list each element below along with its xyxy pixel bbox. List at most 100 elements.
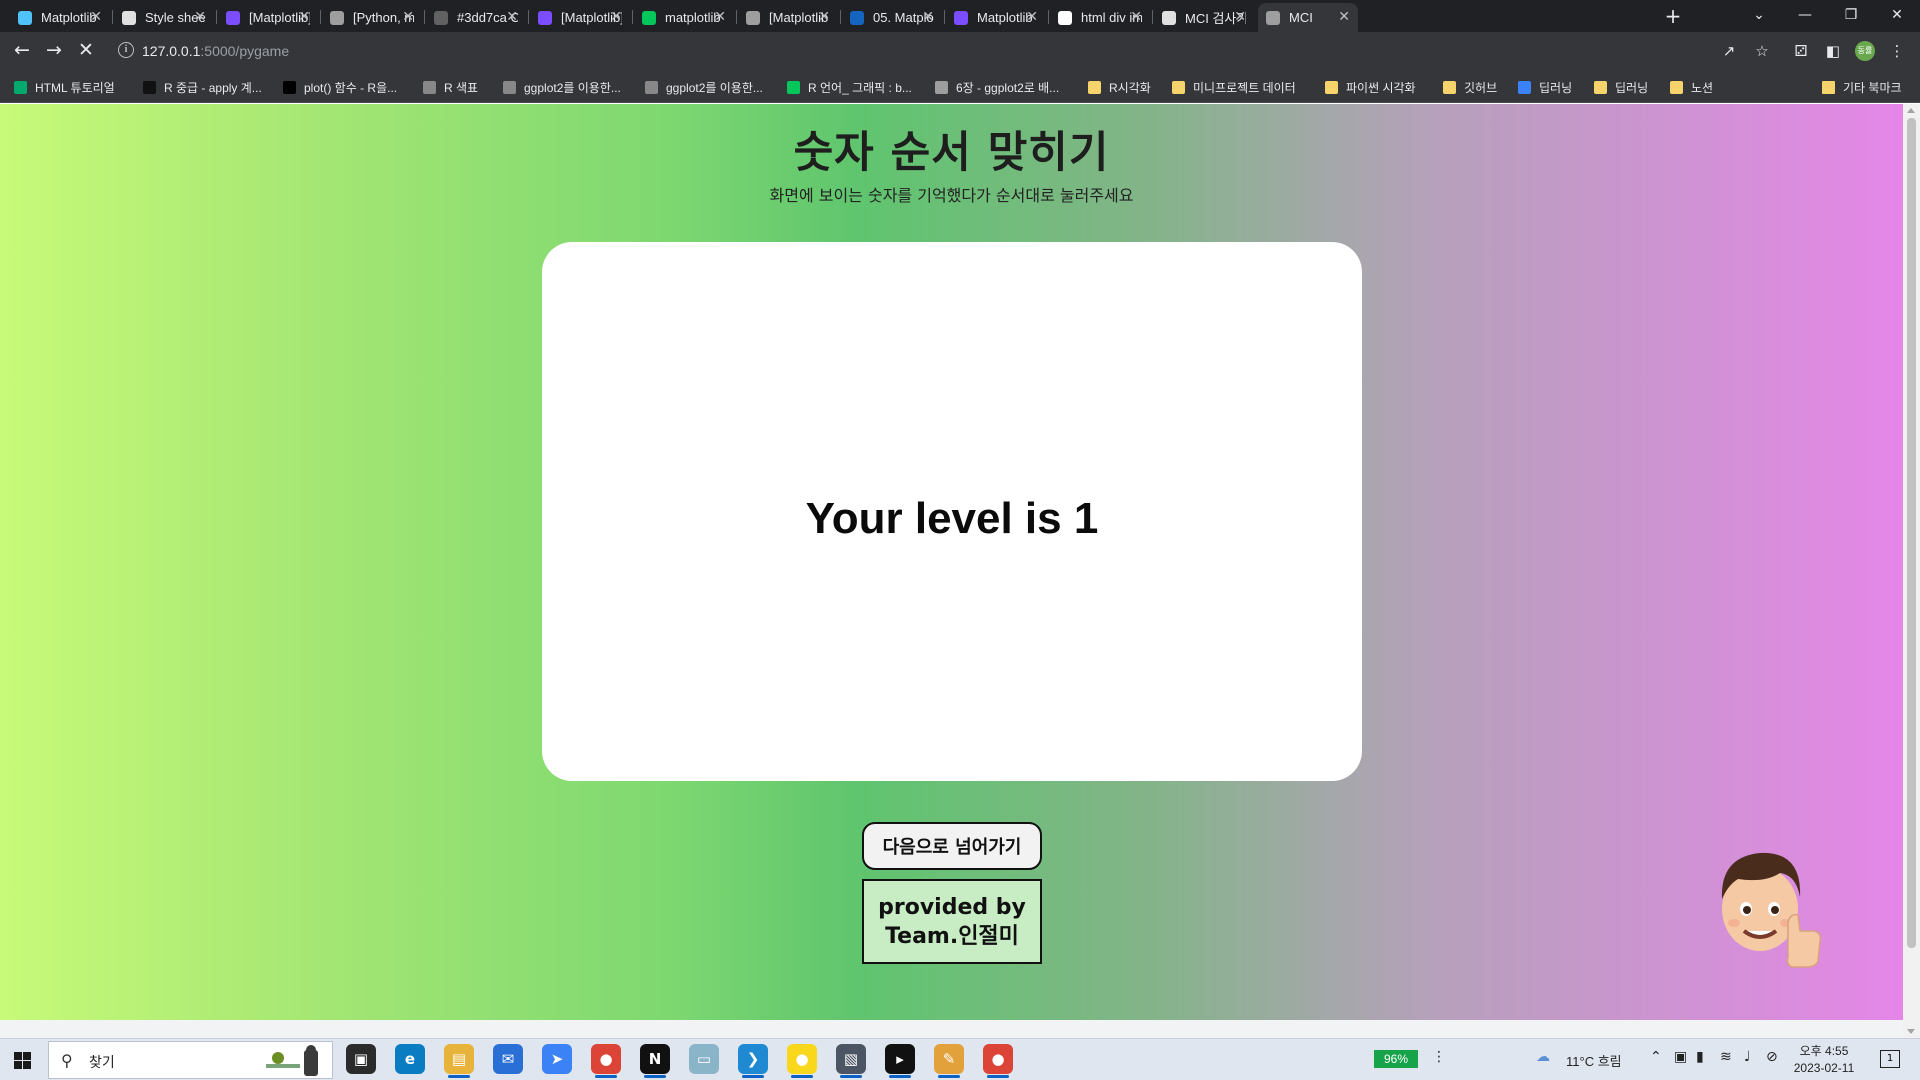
tab-close-icon[interactable]: ✕ — [922, 9, 934, 25]
browser-tab[interactable]: html div im ✕ — [1050, 3, 1150, 32]
bookmark-item[interactable]: 미니프로젝트 데이터 — [1172, 78, 1296, 96]
scroll-down-icon[interactable] — [1907, 1029, 1915, 1034]
bookmark-label: R 색표 — [444, 80, 479, 95]
stop-loading-icon[interactable]: ✕ — [72, 37, 100, 65]
bookmark-item[interactable]: ggplot2를 이용한... — [645, 78, 763, 96]
browser-tab[interactable]: MCI 검사기 ✕ — [1154, 3, 1254, 32]
forward-icon[interactable]: → — [40, 37, 68, 65]
tab-close-icon[interactable]: ✕ — [714, 9, 726, 25]
browser-tab[interactable]: 05. Matplo ✕ — [842, 3, 942, 32]
game-board[interactable]: Your level is 1 — [542, 242, 1362, 781]
bookmark-item[interactable]: plot() 함수 - R을... — [283, 78, 397, 96]
close-window-button[interactable]: ✕ — [1874, 0, 1920, 32]
bookmark-item[interactable]: HTML 튜토리얼 — [14, 78, 115, 96]
bookmark-item[interactable]: 깃허브 — [1443, 78, 1497, 96]
vscode-icon[interactable]: ❯ — [738, 1044, 768, 1078]
browser-tab[interactable]: Style sheet ✕ — [114, 3, 214, 32]
browser-tab[interactable]: [Python, ma✕ — [322, 3, 422, 32]
tab-close-icon[interactable]: ✕ — [298, 9, 310, 25]
tab-close-icon[interactable]: ✕ — [90, 9, 102, 25]
other-bookmarks[interactable]: 기타 북마크 — [1822, 78, 1902, 96]
tab-close-icon[interactable]: ✕ — [402, 9, 414, 25]
notion-icon[interactable]: N — [640, 1044, 670, 1078]
bookmark-item[interactable]: 파이썬 시각화 — [1325, 78, 1416, 96]
bookmark-item[interactable]: 딥러닝 — [1594, 78, 1648, 96]
browser-tab[interactable]: [Matplotlib] ✕ — [218, 3, 318, 32]
scroll-thumb[interactable] — [1907, 118, 1916, 948]
mail-icon[interactable]: ✉ — [493, 1044, 523, 1074]
scroll-up-icon[interactable] — [1907, 108, 1915, 113]
chrome-icon[interactable]: ● — [591, 1044, 621, 1078]
taskbar-search-box[interactable]: ⚲ 찾기 — [48, 1041, 333, 1079]
browser-tab[interactable]: MCI ✕ — [1258, 3, 1358, 32]
tray-overflow-icon[interactable]: ⌃ — [1650, 1049, 1662, 1065]
tab-favicon-icon — [330, 10, 344, 25]
edge-browser-icon[interactable]: e — [395, 1044, 425, 1074]
tab-close-icon[interactable]: ✕ — [506, 9, 518, 25]
battery-tray-icon[interactable]: ▮ — [1696, 1049, 1704, 1065]
tab-close-icon[interactable]: ✕ — [1026, 9, 1038, 25]
tray-app-icon[interactable]: ▣ — [1674, 1049, 1687, 1065]
browser-tab[interactable]: Matplotlib ✕ — [946, 3, 1046, 32]
new-tab-button[interactable]: + — [1660, 4, 1686, 30]
kakaotalk-icon[interactable]: ● — [787, 1044, 817, 1078]
next-button[interactable]: 다음으로 넘어가기 — [862, 822, 1042, 870]
files-icon[interactable]: ▭ — [689, 1044, 719, 1074]
extensions-icon[interactable]: ⚂ — [1790, 40, 1812, 62]
wifi-icon[interactable]: ≋ — [1720, 1049, 1732, 1065]
image-viewer-icon[interactable]: ▧ — [836, 1044, 866, 1078]
tab-close-icon[interactable]: ✕ — [1130, 9, 1142, 25]
bookmark-item[interactable]: 노션 — [1670, 78, 1713, 96]
chrome-profile-icon[interactable]: ● — [983, 1044, 1013, 1078]
restore-button[interactable]: ❐ — [1828, 0, 1874, 32]
tab-close-icon[interactable]: ✕ — [1234, 9, 1246, 25]
volume-muted-icon[interactable]: ♩ — [1744, 1049, 1751, 1065]
browser-tab[interactable]: [Matplotlib ✕ — [738, 3, 838, 32]
menu-kebab-icon[interactable]: ⋮ — [1886, 40, 1908, 62]
address-bar[interactable]: i 127.0.0.1:5000/pygame — [108, 36, 1778, 66]
tab-separator — [1048, 10, 1049, 24]
site-info-icon[interactable]: i — [118, 42, 134, 58]
tab-close-icon[interactable]: ✕ — [610, 9, 622, 25]
tab-search-icon[interactable]: ⌄ — [1736, 0, 1782, 32]
side-panel-icon[interactable]: ◧ — [1822, 40, 1844, 62]
bookmark-star-icon[interactable]: ☆ — [1751, 40, 1773, 62]
bookmark-item[interactable]: R 중급 - apply 계... — [143, 78, 262, 96]
system-clock[interactable]: 오후 4:55 2023-02-11 — [1784, 1043, 1864, 1077]
page-title: 숫자 순서 맞히기 — [793, 128, 1110, 178]
file-explorer-icon[interactable]: ▤ — [444, 1044, 474, 1078]
bookmark-item[interactable]: ggplot2를 이용한... — [503, 78, 621, 96]
weather-text[interactable]: 11°C 흐림 — [1566, 1051, 1622, 1070]
bookmark-item[interactable]: 6장 - ggplot2로 배... — [935, 78, 1059, 96]
minimize-button[interactable]: — — [1782, 0, 1828, 32]
arrow-app-icon[interactable]: ➤ — [542, 1044, 572, 1074]
url-text[interactable]: 127.0.0.1:5000/pygame — [142, 43, 289, 59]
battery-indicator[interactable]: 96% — [1374, 1050, 1418, 1068]
tab-close-icon[interactable]: ✕ — [1338, 9, 1350, 25]
vertical-scrollbar[interactable] — [1903, 104, 1920, 1038]
paint-icon[interactable]: ✎ — [934, 1044, 964, 1078]
pen-icon[interactable]: ⋮ — [1432, 1049, 1446, 1065]
browser-tab[interactable]: [Matplotlib] ✕ — [530, 3, 630, 32]
bookmark-item[interactable]: 딥러닝 — [1518, 78, 1572, 96]
bookmark-item[interactable]: R 색표 — [423, 78, 478, 96]
no-connection-icon[interactable]: ⊘ — [1766, 1049, 1778, 1065]
browser-tab[interactable]: Matplotlib ✕ — [10, 3, 110, 32]
terminal-icon[interactable]: ▸ — [885, 1044, 915, 1078]
notification-center-icon[interactable]: 1 — [1880, 1050, 1900, 1068]
share-icon[interactable]: ↗ — [1718, 40, 1740, 62]
windows-start-icon[interactable] — [14, 1052, 31, 1069]
task-view-icon[interactable]: ▣ — [346, 1044, 376, 1074]
clock-time: 오후 4:55 — [1799, 1044, 1849, 1058]
browser-tab[interactable]: matplotlib ✕ — [634, 3, 734, 32]
tab-close-icon[interactable]: ✕ — [194, 9, 206, 25]
profile-avatar[interactable]: 동률 — [1855, 41, 1875, 61]
weather-cloud-icon[interactable]: ☁ — [1536, 1049, 1550, 1065]
bookmark-item[interactable]: R시각화 — [1088, 78, 1151, 96]
tab-close-icon[interactable]: ✕ — [818, 9, 830, 25]
bookmark-favicon-icon — [1518, 80, 1531, 94]
browser-tab[interactable]: #3dd7ca C ✕ — [426, 3, 526, 32]
back-icon[interactable]: ← — [8, 37, 36, 65]
bookmark-item[interactable]: R 언어_ 그래픽 : b... — [787, 78, 912, 96]
bookmark-label: ggplot2를 이용한... — [524, 80, 621, 95]
